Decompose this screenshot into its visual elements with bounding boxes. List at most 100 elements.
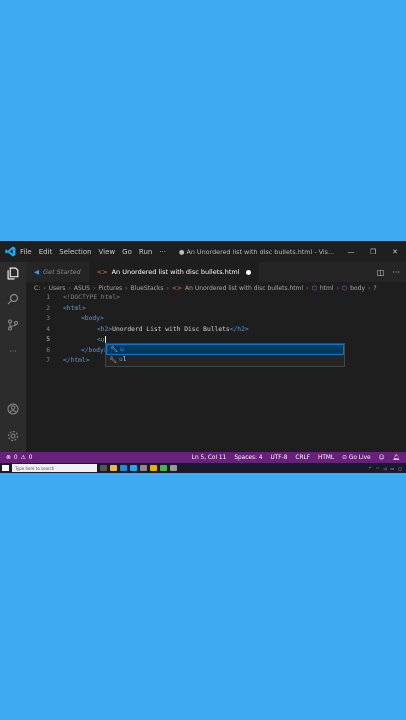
tab-label: Get Started xyxy=(43,268,81,276)
code-editor[interactable]: 1 2 3 4 5 6 7 <!DOCTYPE html> <html> <bo… xyxy=(26,294,406,452)
line-number: 7 xyxy=(46,357,50,364)
code-line: </body> xyxy=(81,347,108,354)
line-number: 5 xyxy=(46,336,50,343)
breadcrumb-item[interactable]: html xyxy=(320,285,334,292)
app-icon[interactable] xyxy=(170,465,177,471)
code-line: <body> xyxy=(81,315,104,322)
menu-selection[interactable]: Selection xyxy=(59,248,91,256)
line-number: 6 xyxy=(46,346,50,354)
notification-icon[interactable]: ▢ xyxy=(398,466,402,471)
windows-taskbar: Type here to search ^ ◠ ◁ ▭ ▢ xyxy=(0,463,406,473)
editor-tabs: ◀ Get Started <> An Unordered list with … xyxy=(26,262,406,282)
breadcrumb-item[interactable]: body xyxy=(350,285,365,292)
element-tag-icon: ⬡ xyxy=(341,284,348,292)
suggestion-rest: l xyxy=(122,356,127,364)
more-actions-icon[interactable]: ··· xyxy=(392,268,400,277)
line-number: 4 xyxy=(46,325,50,333)
menu-go[interactable]: Go xyxy=(122,248,132,256)
unsaved-dot-icon[interactable] xyxy=(245,269,251,275)
system-tray: ^ ◠ ◁ ▭ ▢ xyxy=(369,466,406,471)
chevron-right-icon: › xyxy=(68,284,71,292)
indentation[interactable]: Spaces: 4 xyxy=(234,455,262,461)
maximize-icon[interactable]: ❐ xyxy=(362,248,384,256)
taskview-icon[interactable] xyxy=(100,465,107,471)
windows-start-icon[interactable] xyxy=(2,465,9,471)
source-control-icon[interactable] xyxy=(4,316,22,334)
search-placeholder: Type here to search xyxy=(15,465,55,471)
tab-html-file[interactable]: <> An Unordered list with disc bullets.h… xyxy=(88,262,259,282)
menu-bar: File Edit Selection View Go Run ··· xyxy=(20,248,173,256)
suggestion-item[interactable]: 🔧︎ u xyxy=(106,344,344,355)
breadcrumb-item[interactable]: C: xyxy=(34,285,40,292)
activity-bar: ··· xyxy=(0,262,26,452)
autocomplete-suggestions: 🔧︎ u 🔧︎ ul xyxy=(105,343,345,367)
menu-edit[interactable]: Edit xyxy=(39,248,53,256)
tray-icon[interactable]: ^ xyxy=(369,466,372,471)
more-icon[interactable]: ··· xyxy=(4,342,22,360)
title-bar: File Edit Selection View Go Run ··· ● An Unord… xyxy=(0,241,406,262)
breadcrumb-item[interactable]: ASUS xyxy=(74,285,90,292)
account-icon[interactable] xyxy=(4,400,22,418)
file-explorer-icon[interactable] xyxy=(110,465,117,471)
breadcrumb-item[interactable]: An Unordered list with disc bullets.html xyxy=(185,285,303,292)
breadcrumb-item[interactable]: Users xyxy=(49,285,66,292)
breadcrumb: C: › Users › ASUS › Pictures › BlueStacks › <… xyxy=(26,282,406,294)
code-line: <!DOCTYPE html> xyxy=(63,294,120,301)
html-file-icon: <> xyxy=(171,284,183,292)
breadcrumb-item[interactable]: ? xyxy=(373,285,376,292)
cursor-position[interactable]: Ln 5, Col 11 xyxy=(192,455,227,461)
code-token: <!DOCTYPE html> xyxy=(63,294,120,301)
search-icon[interactable] xyxy=(4,290,22,308)
suggestion-match: u xyxy=(120,345,124,353)
line-number: 3 xyxy=(46,315,50,322)
menu-view[interactable]: View xyxy=(99,248,116,256)
tab-get-started[interactable]: ◀ Get Started xyxy=(26,262,89,282)
menu-run[interactable]: Run xyxy=(139,248,152,256)
taskbar-search-input[interactable]: Type here to search xyxy=(12,464,97,472)
minimize-icon[interactable]: — xyxy=(340,248,362,256)
edge-icon[interactable] xyxy=(120,465,127,471)
window-title: ● An Unordered list with disc bullets.ht… xyxy=(178,247,335,256)
status-bar: ⊗ 0 ⚠ 0 Ln 5, Col 11 Spaces: 4 UTF-8 CRLF … xyxy=(0,452,406,463)
bell-icon[interactable]: 🔔︎ xyxy=(393,455,400,461)
app-icon[interactable] xyxy=(160,465,167,471)
clock[interactable]: ▭ xyxy=(390,466,394,471)
explorer-icon[interactable] xyxy=(4,264,22,282)
code-token: </html> xyxy=(63,357,90,364)
menu-more[interactable]: ··· xyxy=(159,248,166,256)
chevron-right-icon: › xyxy=(306,284,309,292)
language-mode[interactable]: HTML xyxy=(318,455,334,461)
volume-icon[interactable]: ◁ xyxy=(383,466,386,471)
tab-actions: ◫ ··· xyxy=(369,262,406,282)
vscode-taskbar-icon[interactable] xyxy=(130,465,137,471)
close-icon[interactable]: ✕ xyxy=(384,248,406,256)
breadcrumb-item[interactable]: BlueStacks xyxy=(131,285,164,292)
line-ending[interactable]: CRLF xyxy=(295,455,310,461)
warning-count: 0 xyxy=(28,454,33,461)
error-icon: ⊗ xyxy=(6,454,11,461)
chevron-right-icon: › xyxy=(43,284,46,292)
go-live-button[interactable]: ⊙ Go Live xyxy=(342,455,370,461)
code-token: Unorderd List with Disc Bullets xyxy=(112,325,230,333)
split-editor-icon[interactable]: ◫ xyxy=(377,268,385,277)
code-token: <u xyxy=(97,336,105,344)
status-right: Ln 5, Col 11 Spaces: 4 UTF-8 CRLF HTML ⊙… xyxy=(192,455,406,461)
encoding[interactable]: UTF-8 xyxy=(270,455,287,461)
code-token: </body> xyxy=(81,346,108,354)
gear-icon[interactable] xyxy=(4,427,22,445)
feedback-icon[interactable]: ☺ xyxy=(379,455,385,461)
store-icon[interactable] xyxy=(140,465,147,471)
chrome-icon[interactable] xyxy=(150,465,157,471)
problems-indicator[interactable]: ⊗ 0 ⚠ 0 xyxy=(0,455,32,461)
code-token: <html> xyxy=(63,304,86,312)
menu-file[interactable]: File xyxy=(20,248,32,256)
wifi-icon[interactable]: ◠ xyxy=(376,466,380,471)
suggestion-item[interactable]: 🔧︎ ul xyxy=(106,355,344,366)
code-line: </html> xyxy=(63,357,90,364)
code-line: <html> xyxy=(63,305,86,312)
breadcrumb-item[interactable]: Pictures xyxy=(98,285,122,292)
line-number: 2 xyxy=(46,304,50,312)
line-number: 1 xyxy=(46,294,50,301)
broadcast-icon: ⊙ xyxy=(342,454,348,461)
chevron-right-icon: › xyxy=(92,284,96,292)
